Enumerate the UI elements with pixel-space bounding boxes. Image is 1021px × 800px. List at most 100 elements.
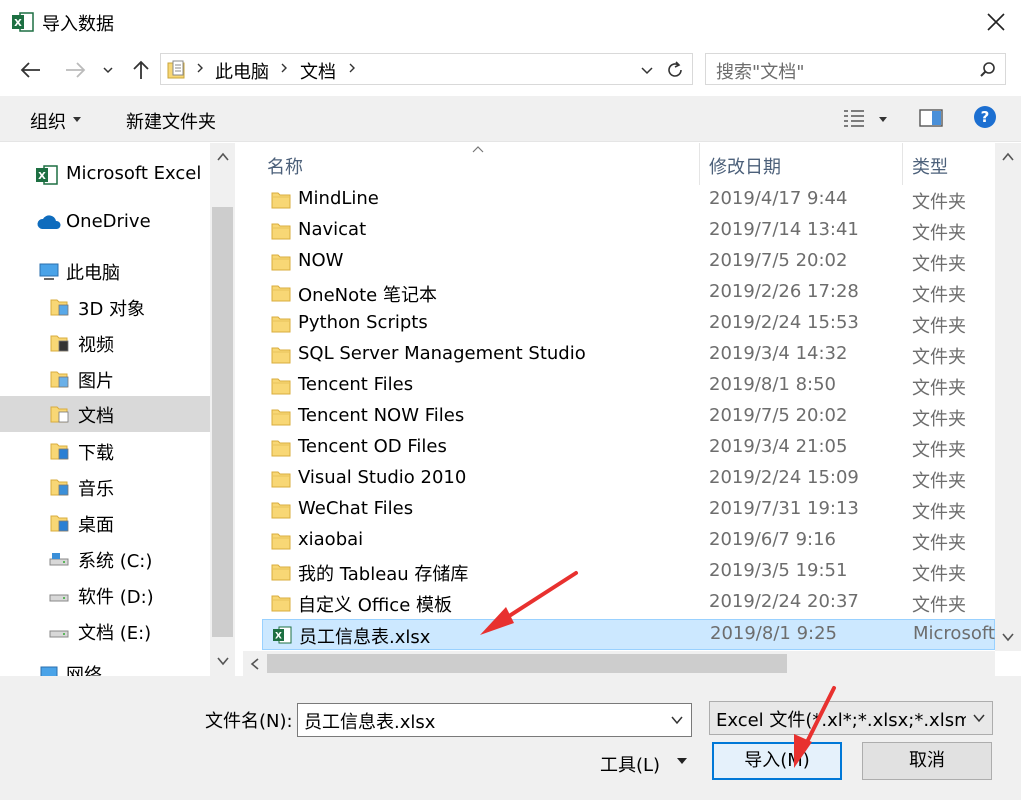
excel-icon: X bbox=[12, 12, 34, 32]
navigation-pane: X Microsoft Excel OneDrive 此电脑 3D 对象 视频 图片 文档下载… bbox=[0, 143, 235, 676]
column-header-modified-label: 修改日期 bbox=[709, 157, 781, 178]
file-row[interactable]: OneNote 笔记本 2019/2/26 17:28 文件夹 bbox=[262, 278, 995, 309]
folder-icon bbox=[271, 347, 291, 364]
file-row[interactable]: Navicat 2019/7/14 13:41 文件夹 bbox=[262, 216, 995, 247]
nav-item[interactable]: OneDrive bbox=[0, 205, 210, 241]
recent-locations-chevron-icon[interactable] bbox=[101, 58, 115, 82]
close-icon[interactable] bbox=[975, 0, 1021, 44]
chevron-down-icon[interactable] bbox=[639, 62, 655, 78]
nav-item[interactable]: 此电脑 bbox=[0, 253, 210, 289]
column-header-name[interactable]: 名称 bbox=[243, 143, 700, 185]
file-row[interactable]: Tencent Files 2019/8/1 8:50 文件夹 bbox=[262, 371, 995, 402]
caret-down-icon[interactable] bbox=[676, 757, 688, 765]
nav-item[interactable]: 音乐 bbox=[0, 469, 210, 505]
file-modified-date: 2019/3/5 19:51 bbox=[709, 560, 848, 581]
search-icon[interactable] bbox=[978, 60, 998, 80]
nav-item-label: OneDrive bbox=[66, 211, 151, 232]
nav-item[interactable]: 文档 bbox=[0, 396, 210, 432]
preview-pane-icon[interactable] bbox=[919, 108, 943, 128]
folder-icon bbox=[271, 378, 291, 395]
nav-item[interactable]: 下载 bbox=[0, 433, 210, 469]
file-list-horizontal-scrollbar[interactable] bbox=[243, 651, 995, 676]
forward-arrow-icon[interactable] bbox=[62, 58, 88, 82]
file-row[interactable]: 我的 Tableau 存储库 2019/3/5 19:51 文件夹 bbox=[262, 557, 995, 588]
file-row[interactable]: xiaobai 2019/6/7 9:16 文件夹 bbox=[262, 526, 995, 557]
cancel-button[interactable]: 取消 bbox=[862, 742, 992, 780]
file-name: Python Scripts bbox=[298, 312, 428, 333]
file-row[interactable]: SQL Server Management Studio 2019/3/4 14:… bbox=[262, 340, 995, 371]
folder-icon bbox=[271, 502, 291, 519]
nav-item[interactable]: 网络 bbox=[0, 655, 210, 676]
file-name: 我的 Tableau 存储库 bbox=[298, 564, 469, 585]
file-modified-date: 2019/4/17 9:44 bbox=[709, 188, 848, 209]
file-modified-date: 2019/7/14 13:41 bbox=[709, 219, 859, 240]
help-icon[interactable]: ? bbox=[973, 105, 997, 129]
sort-ascending-icon bbox=[472, 146, 484, 153]
up-arrow-icon[interactable] bbox=[128, 58, 154, 82]
caret-down-icon[interactable] bbox=[878, 116, 888, 124]
search-placeholder: 搜索"文档" bbox=[716, 62, 805, 83]
view-options-icon[interactable] bbox=[843, 108, 865, 128]
back-arrow-icon[interactable] bbox=[18, 58, 44, 82]
nav-item[interactable]: 桌面 bbox=[0, 505, 210, 541]
file-name: WeChat Files bbox=[298, 498, 414, 519]
folder-icon bbox=[271, 440, 291, 457]
nav-item[interactable]: X Microsoft Excel bbox=[0, 157, 210, 193]
file-row[interactable]: MindLine 2019/4/17 9:44 文件夹 bbox=[262, 185, 995, 216]
scroll-down-icon[interactable] bbox=[1001, 631, 1015, 643]
file-row[interactable]: Tencent NOW Files 2019/7/5 20:02 文件夹 bbox=[262, 402, 995, 433]
scroll-left-icon[interactable] bbox=[249, 657, 261, 671]
breadcrumb-item-this-pc[interactable]: 此电脑 bbox=[215, 58, 269, 84]
address-field[interactable]: 此电脑 文档 bbox=[160, 53, 693, 85]
organize-button[interactable]: 组织 bbox=[30, 108, 66, 134]
nav-item[interactable]: 3D 对象 bbox=[0, 289, 210, 325]
chevron-down-icon[interactable] bbox=[670, 714, 684, 726]
file-modified-date: 2019/3/4 21:05 bbox=[709, 436, 848, 457]
nav-item[interactable]: 软件 (D:) bbox=[0, 577, 210, 613]
nav-item[interactable]: 视频 bbox=[0, 325, 210, 361]
column-header-modified[interactable]: 修改日期 bbox=[700, 143, 903, 185]
command-bar: 组织 新建文件夹 ? bbox=[0, 96, 1021, 142]
file-row[interactable]: 自定义 Office 模板 2019/2/24 20:37 文件夹 bbox=[262, 588, 995, 619]
file-type: 文件夹 bbox=[912, 502, 966, 523]
file-type: 文件夹 bbox=[912, 471, 966, 492]
scrollbar-thumb[interactable] bbox=[267, 654, 787, 673]
file-row[interactable]: Python Scripts 2019/2/24 15:53 文件夹 bbox=[262, 309, 995, 340]
refresh-icon[interactable] bbox=[665, 60, 685, 80]
column-header-type[interactable]: 类型 bbox=[903, 143, 995, 185]
search-input[interactable]: 搜索"文档" bbox=[705, 53, 1006, 85]
scroll-up-icon[interactable] bbox=[216, 151, 230, 163]
file-row[interactable]: NOW 2019/7/5 20:02 文件夹 bbox=[262, 247, 995, 278]
file-row[interactable]: Tencent OD Files 2019/3/4 21:05 文件夹 bbox=[262, 433, 995, 464]
filetype-select[interactable]: Excel 文件(*.xl*;*.xlsx;*.xlsm;*.x bbox=[709, 701, 993, 735]
file-modified-date: 2019/2/26 17:28 bbox=[709, 281, 859, 302]
svg-text:X: X bbox=[14, 18, 22, 29]
file-modified-date: 2019/7/5 20:02 bbox=[709, 405, 848, 426]
column-header-name-label: 名称 bbox=[267, 157, 303, 178]
file-type: 文件夹 bbox=[912, 440, 966, 461]
import-button[interactable]: 导入(M) bbox=[712, 742, 842, 780]
nav-item[interactable]: 图片 bbox=[0, 361, 210, 397]
nav-item-label: 下载 bbox=[78, 443, 114, 464]
drive-icon bbox=[49, 594, 69, 602]
nav-item[interactable]: 系统 (C:) bbox=[0, 541, 210, 577]
nav-item[interactable]: 文档 (E:) bbox=[0, 613, 210, 649]
scrollbar-thumb[interactable] bbox=[212, 207, 233, 637]
file-row[interactable]: WeChat Files 2019/7/31 19:13 文件夹 bbox=[262, 495, 995, 526]
breadcrumb-item-documents[interactable]: 文档 bbox=[300, 58, 336, 84]
scroll-down-icon[interactable] bbox=[216, 655, 230, 667]
folder-icon bbox=[271, 285, 291, 302]
new-folder-button[interactable]: 新建文件夹 bbox=[126, 108, 216, 134]
chevron-down-icon[interactable] bbox=[972, 712, 986, 724]
filename-input[interactable]: 员工信息表.xlsx bbox=[297, 703, 692, 737]
scroll-up-icon[interactable] bbox=[1001, 151, 1015, 163]
file-row-selected[interactable]: X 员工信息表.xlsx 2019/8/1 9:25 Microsoft bbox=[262, 619, 995, 650]
file-row[interactable]: Visual Studio 2010 2019/2/24 15:09 文件夹 bbox=[262, 464, 995, 495]
file-name: Navicat bbox=[298, 219, 367, 240]
navigation-scrollbar[interactable] bbox=[210, 143, 235, 676]
file-name: Visual Studio 2010 bbox=[298, 467, 467, 488]
tools-menu[interactable]: 工具(L) bbox=[600, 751, 660, 777]
documents-location-icon bbox=[167, 60, 185, 79]
file-list-scrollbar[interactable] bbox=[995, 143, 1021, 651]
file-modified-date: 2019/2/24 15:09 bbox=[709, 467, 859, 488]
